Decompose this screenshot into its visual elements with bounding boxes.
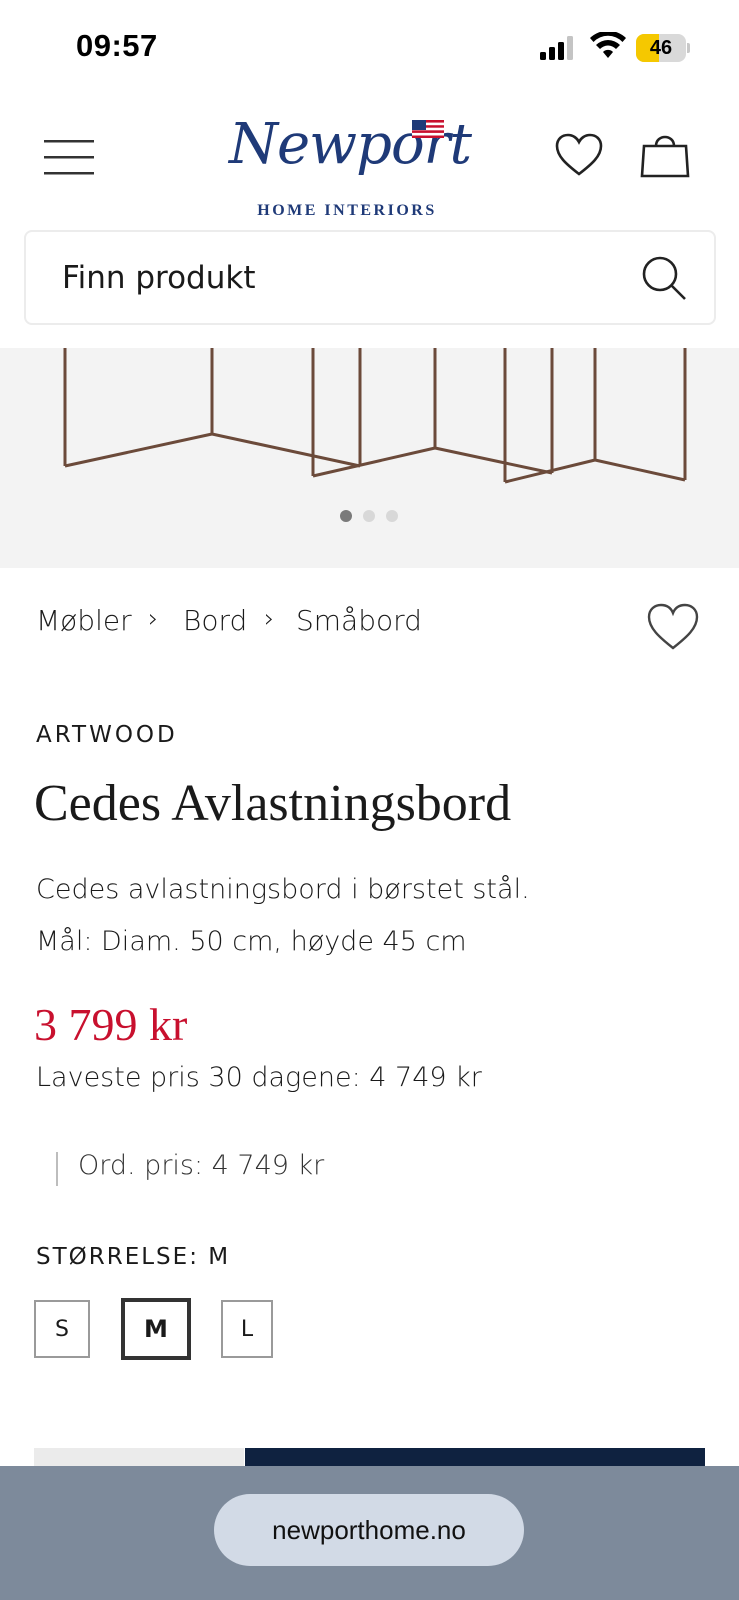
ordinary-price-divider <box>56 1152 58 1186</box>
bag-icon[interactable] <box>640 128 690 178</box>
browser-bottom-bar: newporthome.no <box>0 1466 739 1600</box>
logo-subtitle: HOME INTERIORS <box>257 202 437 219</box>
cellular-signal-icon <box>540 36 573 60</box>
quantity-selector[interactable] <box>34 1448 244 1468</box>
size-option-l[interactable]: L <box>221 1300 273 1358</box>
status-time: 09:57 <box>76 28 158 63</box>
battery-cap <box>687 43 690 53</box>
product-photo <box>63 348 687 484</box>
ordinary-price: Ord. pris: 4 749 kr <box>78 1150 325 1181</box>
product-brand[interactable]: ARTWOOD <box>36 722 178 748</box>
site-header: Newport HOME INTERIORS <box>0 92 739 222</box>
carousel-dots <box>340 510 400 524</box>
lowest-price-30-days: Laveste pris 30 dagene: 4 749 kr <box>36 1062 482 1093</box>
product-title: Cedes Avlastningsbord <box>34 775 512 832</box>
url-bar[interactable]: newporthome.no <box>214 1494 524 1566</box>
size-option-m[interactable]: M <box>121 1298 191 1360</box>
search-input[interactable] <box>62 254 622 302</box>
product-description: Cedes avlastningsbord i børstet stål. Må… <box>36 864 716 968</box>
battery-indicator: 46 <box>636 34 690 62</box>
battery-body: 46 <box>636 34 686 62</box>
size-label: STØRRELSE: M <box>36 1244 231 1270</box>
search-box[interactable] <box>24 230 716 325</box>
battery-level: 46 <box>649 37 673 59</box>
newport-logo[interactable]: Newport HOME INTERIORS <box>220 110 490 219</box>
breadcrumb-item-bord[interactable]: Bord <box>183 604 247 637</box>
breadcrumb-item-mobler[interactable]: Møbler <box>36 604 132 637</box>
wifi-icon <box>590 32 626 58</box>
size-option-s[interactable]: S <box>34 1300 90 1358</box>
breadcrumb-separator: › <box>148 604 159 634</box>
heart-icon[interactable] <box>554 132 604 178</box>
carousel-dot[interactable] <box>363 510 375 522</box>
description-line: Cedes avlastningsbord i børstet stål. <box>36 874 530 905</box>
description-line: Mål: Diam. 50 cm, høyde 45 cm <box>36 926 467 957</box>
breadcrumb-separator: › <box>264 604 275 634</box>
product-image[interactable] <box>0 348 739 568</box>
carousel-dot[interactable] <box>386 510 398 522</box>
add-to-cart-button[interactable] <box>245 1448 705 1468</box>
carousel-dot-active[interactable] <box>340 510 352 522</box>
breadcrumb-item-smabord[interactable]: Småbord <box>296 604 422 637</box>
status-bar: 09:57 46 <box>0 0 739 92</box>
menu-icon[interactable] <box>44 138 96 178</box>
search-icon[interactable] <box>640 254 688 302</box>
wishlist-heart-icon[interactable] <box>646 602 700 652</box>
product-price: 3 799 kr <box>34 999 188 1050</box>
flag-icon <box>412 120 444 138</box>
